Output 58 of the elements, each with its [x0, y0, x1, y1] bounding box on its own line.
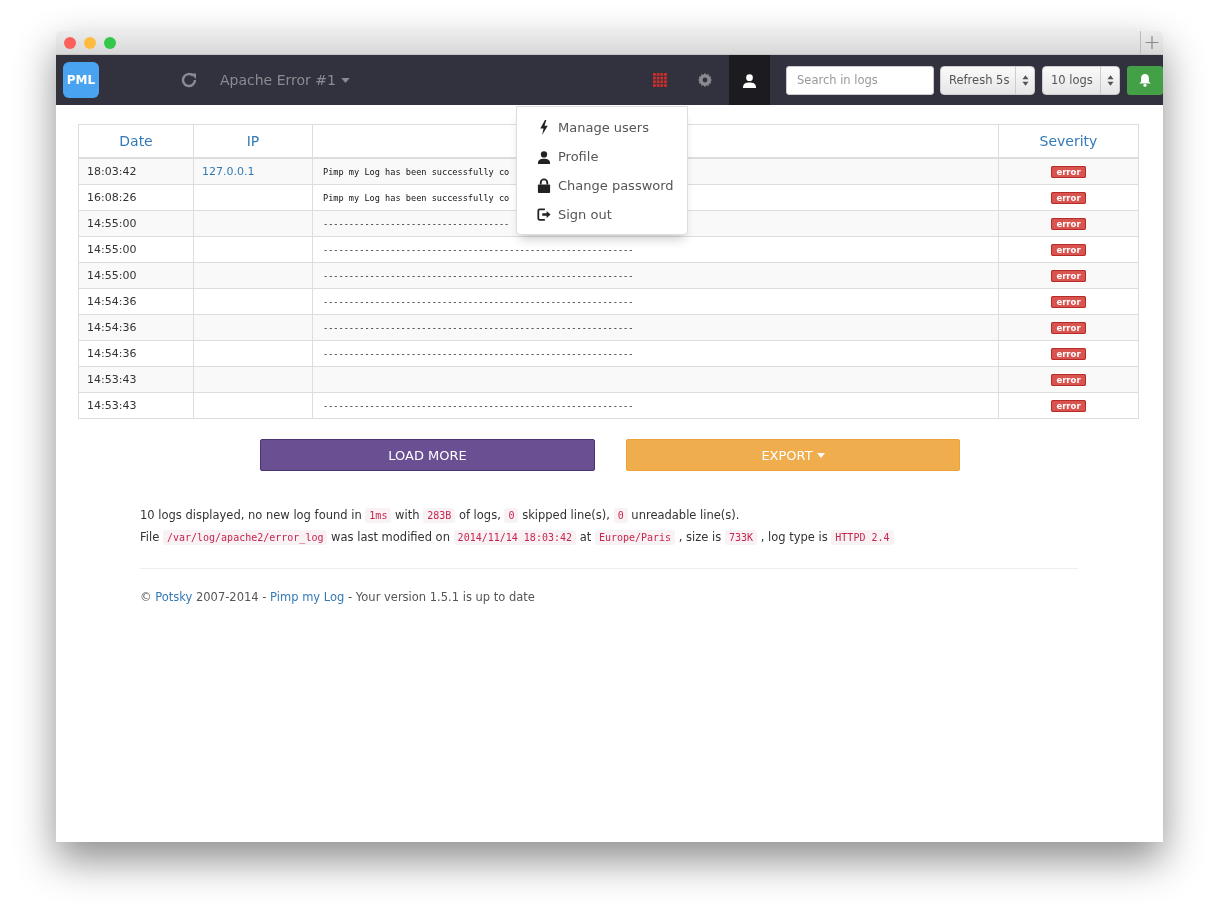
table-cell: 14:54:36: [78, 314, 194, 341]
footer-text: © Potsky 2007-2014 - Pimp my Log - Your version 1.5.1 is up to date: [140, 590, 536, 604]
severity-label: error: [1051, 270, 1086, 282]
user-icon: [742, 72, 757, 88]
log-stats-text: File /var/log/apache2/error_log was last modified on 2014/11/14 18:03:42 at Europe/Paris , size is 733K , log type is HTTPD 2.4: [140, 528, 1139, 547]
log-message: ------------------------------------------------------------: [322, 349, 634, 359]
menu-item[interactable]: Change password: [517, 171, 687, 200]
table-cell: 14:55:00: [78, 262, 194, 289]
severity-label: error: [1051, 400, 1086, 412]
log-message: ------------------------------------------------------------: [322, 401, 634, 411]
load-more-button[interactable]: LOAD MORE: [260, 439, 595, 471]
user-menu-button[interactable]: [729, 55, 770, 105]
footer-link[interactable]: Potsky: [155, 590, 193, 604]
log-message: ------------------------------------------------------------: [322, 245, 634, 255]
count-select[interactable]: 10 logs: [1042, 65, 1120, 95]
severity-label: error: [1051, 296, 1086, 308]
severity-label: error: [1051, 192, 1086, 204]
severity-label: error: [1051, 374, 1086, 386]
log-stats-text: 10 logs displayed, no new log found in 1ms with 283B of logs, 0 skipped line(s), 0 unreadable line(s).: [140, 507, 741, 525]
log-message: ------------------------------------------------------------: [322, 271, 634, 281]
bell-icon: [1138, 73, 1152, 87]
severity-label: error: [1051, 218, 1086, 230]
log-message: Pimp my Log has been successfully co: [322, 167, 510, 177]
log-selector[interactable]: Apache Error #1: [220, 72, 350, 88]
log-message: ------------------------------------------------------------: [322, 297, 634, 307]
zoom-button[interactable]: [104, 36, 116, 49]
table-cell: 14:55:00: [78, 236, 194, 263]
severity-label: error: [1051, 322, 1086, 334]
severity-label: error: [1051, 166, 1086, 178]
log-message: ------------------------------------------------------------: [322, 323, 634, 333]
caret-icon: [816, 452, 825, 458]
menu-item[interactable]: Manage users: [517, 113, 687, 142]
close-button[interactable]: [64, 36, 76, 49]
footer-link[interactable]: Pimp my Log: [270, 590, 345, 604]
grid-icon[interactable]: [653, 73, 667, 87]
log-message: Pimp my Log has been successfully co: [322, 193, 510, 203]
menu-item[interactable]: Sign out: [517, 200, 687, 229]
sign-out-icon: [537, 207, 551, 222]
notifications-button[interactable]: [1127, 65, 1163, 95]
table-cell: 18:03:42: [78, 158, 194, 185]
search-field[interactable]: Search in logs: [786, 65, 934, 95]
severity-label: error: [1051, 348, 1086, 360]
table-cell: 14:53:43: [78, 392, 194, 419]
logo[interactable]: PML: [63, 62, 99, 98]
lock-icon: [537, 178, 551, 193]
user-icon: [537, 149, 551, 164]
refresh-icon[interactable]: [179, 70, 199, 90]
refresh-select[interactable]: Refresh 5s: [940, 65, 1035, 95]
table-cell: 14:53:43: [78, 366, 194, 393]
settings-icon[interactable]: [697, 72, 713, 88]
table-cell: 14:54:36: [78, 288, 194, 315]
table-cell: 14:55:00: [78, 210, 194, 237]
table-cell: 14:54:36: [78, 340, 194, 367]
menu-item[interactable]: Profile: [517, 142, 687, 171]
table-cell: 16:08:26: [78, 184, 194, 211]
severity-label: error: [1051, 244, 1086, 256]
caret-icon: [340, 77, 350, 83]
log-message: ------------------------------------: [322, 219, 510, 229]
